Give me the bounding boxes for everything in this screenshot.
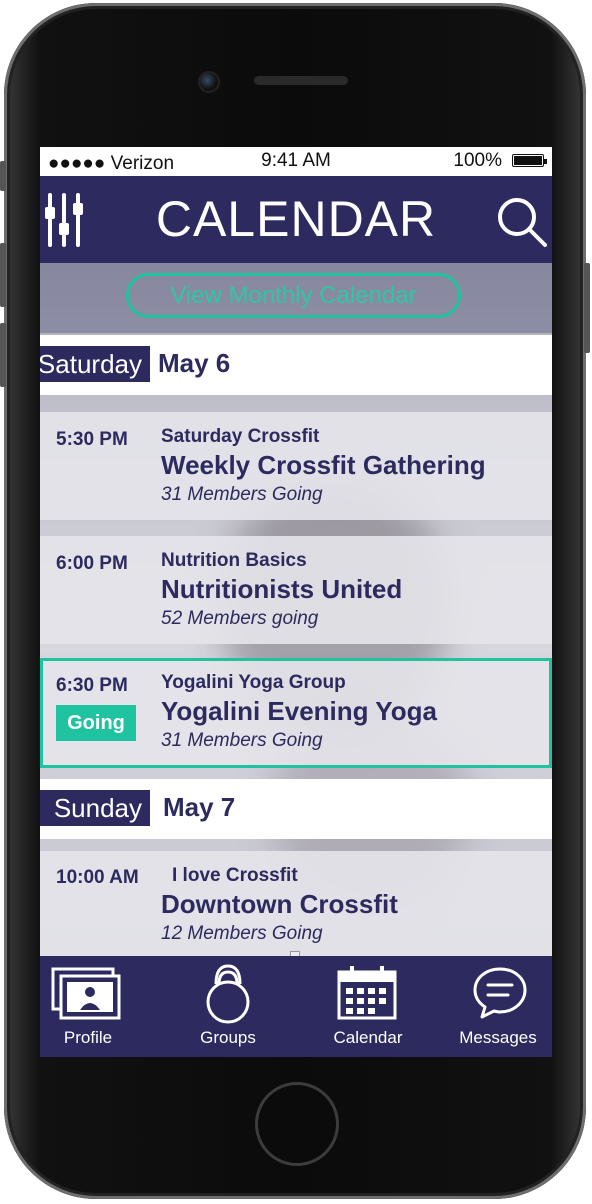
event-title: Yogalini Evening Yoga bbox=[161, 696, 437, 726]
monthly-button-bar: View Monthly Calendar bbox=[40, 263, 552, 333]
tab-bar: Profile Groups Calendar Messages bbox=[40, 956, 552, 1057]
event-time: 5:30 PM bbox=[56, 429, 128, 450]
event-row-going[interactable]: 6:30 PM Going Yogalini Yoga Group Yogali… bbox=[40, 658, 552, 768]
weekday-label: Sunday bbox=[53, 793, 142, 823]
weekday-badge: Sunday bbox=[40, 790, 150, 826]
calendar-icon bbox=[337, 966, 397, 1020]
event-members: 12 Members Going bbox=[161, 923, 323, 944]
earpiece-speaker bbox=[254, 76, 348, 85]
day-header-saturday: Saturday May 6 bbox=[40, 335, 552, 395]
event-row[interactable]: 5:30 PM Saturday Crossfit Weekly Crossfi… bbox=[40, 412, 552, 520]
power-button bbox=[584, 263, 590, 353]
app-screen: ●●●●● Verizon 9:41 AM 100% CALENDAR View… bbox=[40, 147, 552, 1057]
event-group: Nutrition Basics bbox=[161, 550, 307, 571]
event-members: 31 Members Going bbox=[161, 730, 323, 751]
view-monthly-calendar-button[interactable]: View Monthly Calendar bbox=[126, 273, 461, 318]
event-group: I love Crossfit bbox=[172, 865, 298, 886]
event-title: Weekly Crossfit Gathering bbox=[161, 450, 486, 480]
page-title: CALENDAR bbox=[155, 191, 437, 247]
day-header-sunday: Sunday May 7 bbox=[40, 779, 552, 839]
event-row[interactable]: 10:00 AM I love Crossfit Downtown Crossf… bbox=[40, 851, 552, 959]
status-bar: ●●●●● Verizon 9:41 AM 100% bbox=[40, 147, 552, 176]
event-group: Saturday Crossfit bbox=[161, 426, 320, 447]
event-title: Downtown Crossfit bbox=[161, 889, 398, 919]
search-icon[interactable] bbox=[496, 196, 548, 248]
tab-label: Groups bbox=[200, 1028, 256, 1047]
day-date: May 6 bbox=[158, 348, 231, 378]
tab-messages[interactable]: Messages bbox=[450, 956, 546, 1057]
event-title: Nutritionists United bbox=[161, 574, 403, 604]
tab-calendar[interactable]: Calendar bbox=[320, 956, 416, 1057]
kettlebell-icon bbox=[206, 964, 250, 1024]
tab-label: Profile bbox=[63, 1028, 113, 1047]
volume-up-button bbox=[0, 243, 6, 307]
weekday-label: Saturday bbox=[40, 349, 142, 379]
event-row[interactable]: 6:00 PM Nutrition Basics Nutritionists U… bbox=[40, 536, 552, 644]
event-time: 6:30 PM bbox=[56, 675, 128, 696]
battery-icon bbox=[512, 154, 547, 167]
tab-groups[interactable]: Groups bbox=[180, 956, 276, 1057]
event-group: Yogalini Yoga Group bbox=[161, 672, 346, 693]
mute-switch bbox=[0, 161, 6, 191]
home-button[interactable] bbox=[255, 1082, 339, 1166]
chat-bubble-icon bbox=[473, 967, 527, 1019]
battery-percent: 100% bbox=[453, 150, 502, 171]
weekday-badge: Saturday bbox=[40, 346, 150, 382]
event-members: 31 Members Going bbox=[161, 484, 323, 505]
event-members: 52 Members going bbox=[161, 608, 319, 629]
profile-card-icon bbox=[51, 967, 121, 1020]
day-date: May 7 bbox=[163, 792, 236, 822]
event-time: 10:00 AM bbox=[56, 867, 139, 888]
front-camera bbox=[198, 71, 220, 93]
going-badge: Going bbox=[56, 705, 136, 741]
volume-down-button bbox=[0, 323, 6, 387]
tab-profile[interactable]: Profile bbox=[40, 956, 136, 1057]
tab-label: Messages bbox=[459, 1028, 537, 1047]
app-header: CALENDAR bbox=[40, 176, 552, 263]
event-time: 6:00 PM bbox=[56, 553, 128, 574]
tab-label: Calendar bbox=[333, 1028, 403, 1047]
